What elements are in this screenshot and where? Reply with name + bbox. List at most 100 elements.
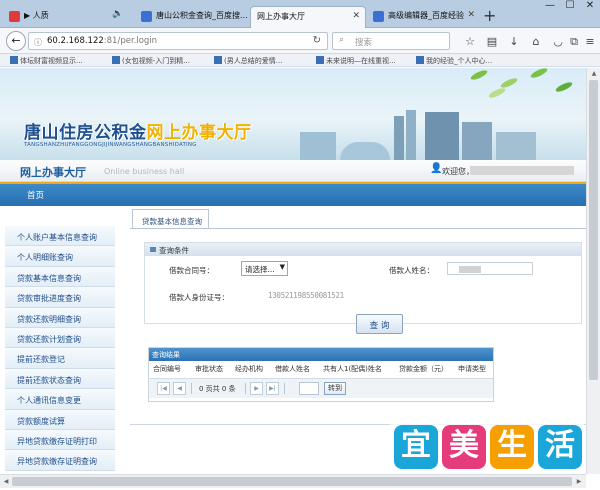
bookmark-item[interactable]: (男人总结的爱情... bbox=[214, 56, 282, 66]
building-decoration bbox=[425, 112, 459, 160]
banner-title: 唐山住房公积金网上办事大厅 bbox=[24, 123, 252, 143]
goto-page-button[interactable]: 转到 bbox=[324, 382, 346, 395]
extension-icon[interactable]: ⧉ bbox=[567, 35, 581, 49]
watermark-char: 美 bbox=[442, 425, 486, 469]
sidebar-item-contact-change[interactable]: 个人通讯信息变更 bbox=[5, 389, 115, 410]
scroll-up-icon[interactable]: ▲ bbox=[589, 69, 599, 79]
column-header: 经办机构 bbox=[235, 365, 263, 373]
minimize-button[interactable]: — bbox=[540, 0, 560, 18]
bookmark-item[interactable]: 我的经验_个人中心... bbox=[416, 56, 492, 66]
sidebar-item-prepayment-status[interactable]: 提前还款状态查询 bbox=[5, 368, 115, 390]
contract-number-label: 借款合同号： bbox=[169, 266, 214, 275]
first-page-icon[interactable]: |◀ bbox=[157, 382, 170, 395]
sidebar-item-prepayment-register[interactable]: 提前还款登记 bbox=[5, 348, 115, 369]
tab-label: 唐山公积金查询_百度搜... bbox=[156, 11, 248, 20]
column-header: 申请类型 bbox=[458, 365, 486, 373]
borrower-name-field[interactable] bbox=[447, 262, 533, 275]
browser-tab[interactable]: 高级编辑器_百度经验 ✕ bbox=[368, 6, 480, 28]
banner-pinyin: TANGSHANZHUFANGGONGJIJINWANGSHANGBANSHID… bbox=[24, 142, 197, 148]
tab-label: 高级编辑器_百度经验 bbox=[388, 11, 464, 20]
scroll-right-icon[interactable]: ▶ bbox=[574, 477, 584, 487]
column-header: 借款人姓名 bbox=[275, 365, 310, 373]
browser-tab[interactable]: 唐山公积金查询_百度搜... bbox=[136, 6, 250, 28]
close-tab-icon[interactable]: ✕ bbox=[467, 10, 475, 20]
reload-icon[interactable]: ↻ bbox=[313, 35, 321, 46]
bookmark-item[interactable]: 体坛财富视频显示... bbox=[10, 56, 83, 66]
browser-tab[interactable]: ▶ 人质 🔈 bbox=[4, 6, 126, 28]
tab-loan-info[interactable]: 贷款基本信息查询 bbox=[132, 209, 209, 229]
info-icon[interactable]: ⓘ bbox=[34, 37, 42, 48]
browser-nav-bar: ← ⓘ 60.2.168.122:81/per.login ↻ ⌕ 搜索 ☆ ▤… bbox=[0, 28, 600, 54]
column-header: 共有人1(配偶)姓名 bbox=[323, 365, 382, 373]
url-domain: 60.2.168.122 bbox=[47, 36, 104, 46]
redacted-name bbox=[459, 266, 481, 273]
query-button[interactable]: 查 询 bbox=[356, 314, 403, 334]
download-icon[interactable]: ↓ bbox=[507, 35, 521, 49]
home-icon[interactable]: ⌂ bbox=[529, 35, 543, 49]
borrower-name-label: 借款人姓名： bbox=[389, 266, 434, 275]
back-arrow-icon[interactable]: ← bbox=[6, 31, 26, 51]
panel-header-icon bbox=[150, 247, 156, 252]
sidebar-item-personal-ledger[interactable]: 个人明细账查询 bbox=[5, 246, 115, 267]
bookmark-icon bbox=[10, 56, 18, 64]
sidebar-item-repayment-plan[interactable]: 贷款还款计划查询 bbox=[5, 327, 115, 349]
tab-label: ▶ 人质 bbox=[24, 11, 49, 20]
browser-tab-active[interactable]: 网上办事大厅 ✕ bbox=[250, 6, 366, 28]
page-number-input[interactable] bbox=[299, 382, 319, 395]
pager-divider bbox=[191, 383, 192, 394]
maximize-button[interactable]: ☐ bbox=[560, 0, 580, 18]
search-input[interactable]: ⌕ 搜索 bbox=[332, 32, 450, 50]
horizontal-scrollbar[interactable]: ◀ ▶ bbox=[0, 474, 586, 488]
building-decoration bbox=[340, 142, 390, 160]
scroll-left-icon[interactable]: ◀ bbox=[1, 477, 11, 487]
bookmark-item[interactable]: 未来说明—在线重视... bbox=[316, 56, 396, 66]
close-window-button[interactable]: ✕ bbox=[580, 0, 600, 18]
sidebar-item-repayment-details[interactable]: 贷款还款明细查询 bbox=[5, 307, 115, 328]
sidebar-item-remote-cert-query[interactable]: 异地贷款缴存证明查询 bbox=[5, 450, 115, 471]
tab-favicon-icon bbox=[141, 11, 152, 22]
watermark-char: 宜 bbox=[394, 425, 438, 469]
menu-icon[interactable]: ≡ bbox=[583, 35, 597, 49]
building-decoration bbox=[496, 132, 536, 160]
tab-favicon-icon bbox=[9, 11, 20, 22]
sidebar-menu: 个人账户基本信息查询 个人明细账查询 贷款基本信息查询 贷款审批进度查询 贷款还… bbox=[5, 226, 115, 471]
sidebar-item-remote-cert-print[interactable]: 异地贷款缴存证明打印 bbox=[5, 429, 115, 451]
page-info: 0 页共 0 条 bbox=[199, 385, 236, 393]
sidebar-item-account-info[interactable]: 个人账户基本信息查询 bbox=[5, 226, 115, 247]
prev-page-icon[interactable]: ◀ bbox=[173, 382, 186, 395]
sidebar-item-approval-progress[interactable]: 贷款审批进度查询 bbox=[5, 287, 115, 308]
vertical-scrollbar[interactable]: ▲ bbox=[586, 68, 600, 474]
column-header: 贷款金额（元） bbox=[399, 365, 448, 373]
last-page-icon[interactable]: ▶| bbox=[266, 382, 279, 395]
tab-label: 网上办事大厅 bbox=[257, 12, 305, 21]
contract-number-select[interactable]: 请选择... ▼ bbox=[241, 261, 288, 276]
sidebar-item-loan-info[interactable]: 贷款基本信息查询 bbox=[5, 266, 115, 288]
next-page-icon[interactable]: ▶ bbox=[250, 382, 263, 395]
address-bar[interactable]: ⓘ 60.2.168.122:81/per.login ↻ bbox=[28, 32, 328, 50]
nav-home-link[interactable]: 首页 bbox=[27, 189, 44, 201]
bookmark-icon bbox=[112, 56, 120, 64]
column-header: 合同编号 bbox=[153, 365, 181, 373]
main-nav-bar: 首页 bbox=[0, 182, 586, 206]
clipboard-icon[interactable]: ▤ bbox=[485, 35, 499, 49]
query-conditions-panel: 查询条件 借款合同号： 请选择... ▼ 借款人姓名： 借款人身份证号： 130… bbox=[144, 242, 582, 324]
star-icon[interactable]: ☆ bbox=[463, 35, 477, 49]
sidebar-item-loan-calculator[interactable]: 贷款额度试算 bbox=[5, 409, 115, 430]
results-title: 查询结果 bbox=[149, 348, 493, 361]
leaf-decoration bbox=[487, 86, 507, 100]
horizontal-scroll-thumb[interactable] bbox=[12, 477, 572, 486]
building-decoration bbox=[462, 122, 492, 160]
speaker-icon[interactable]: 🔈 bbox=[112, 9, 123, 19]
bookmark-icon bbox=[416, 56, 424, 64]
new-tab-button[interactable]: + bbox=[483, 6, 496, 25]
hall-title: 网上办事大厅 bbox=[20, 166, 86, 179]
bookmark-item[interactable]: (女包视频-入门到精... bbox=[112, 56, 190, 66]
close-tab-icon[interactable]: ✕ bbox=[352, 11, 360, 21]
borrower-id-label: 借款人身份证号： bbox=[169, 293, 229, 302]
bookmark-icon bbox=[214, 56, 222, 64]
vertical-scroll-thumb[interactable] bbox=[589, 80, 598, 380]
panel-header: 查询条件 bbox=[145, 243, 581, 256]
tab-favicon-icon bbox=[373, 11, 384, 22]
pocket-icon[interactable]: ◡ bbox=[551, 35, 565, 49]
user-icon: 👤 bbox=[430, 163, 443, 174]
